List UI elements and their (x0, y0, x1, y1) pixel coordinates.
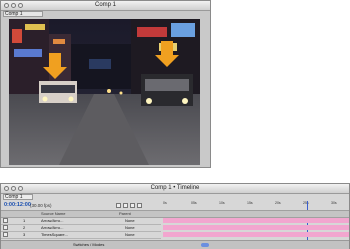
timeline-window: Comp 1 • Timeline Comp 1 0:00:12:00 (30.… (0, 183, 350, 249)
layer-index: 3 (23, 232, 26, 237)
eye-icon[interactable] (3, 225, 8, 230)
layer-duration-bar[interactable] (163, 225, 349, 230)
layer-parent[interactable]: None (125, 225, 135, 231)
comp-window: Comp 1 Comp 1 (0, 0, 211, 168)
comp-window-title: Comp 1 (94, 2, 116, 8)
layer-row[interactable]: 1 Arrow/Arro... None (1, 218, 161, 225)
switches-modes-toggle[interactable]: Switches / Modes (73, 242, 104, 248)
layer-row[interactable]: 3 TimesSquare... None (1, 232, 161, 239)
current-timecode[interactable]: 0:00:12:00 (4, 202, 31, 209)
timeline-bottom-bar: Switches / Modes (1, 240, 349, 249)
graph-icon[interactable] (137, 203, 142, 208)
ruler-tick: 05s (191, 201, 197, 205)
layer-name[interactable]: TimesSquare... (41, 232, 68, 238)
street-scene-image (9, 19, 200, 165)
ruler-tick: 10s (219, 201, 225, 205)
timeline-window-title: Comp 1 • Timeline (150, 185, 200, 191)
timeline-titlebar[interactable]: Comp 1 • Timeline (1, 184, 349, 194)
ruler-tick: 20s (275, 201, 281, 205)
layer-row[interactable]: 2 Arrow/Arro... None (1, 225, 161, 232)
search-icon[interactable] (116, 203, 121, 208)
ruler-tick: 30s (331, 201, 337, 205)
zoom-slider-handle[interactable] (201, 243, 209, 247)
timeline-tab-label: Comp 1 (5, 194, 23, 200)
motion-blur-icon[interactable] (130, 203, 135, 208)
layer-name[interactable]: Arrow/Arro... (41, 225, 63, 231)
parent-header[interactable]: Parent (119, 211, 131, 217)
timeline-toolbar (116, 202, 156, 208)
ruler-tick: 0s (163, 201, 167, 205)
layer-parent[interactable]: None (125, 232, 135, 238)
composition-viewer[interactable] (9, 19, 200, 165)
layer-duration-bar[interactable] (163, 232, 349, 237)
draft-3d-icon[interactable] (123, 203, 128, 208)
layer-name[interactable]: Arrow/Arro... (41, 218, 63, 224)
fps-label: (30.00 fps) (30, 203, 52, 208)
source-name-header[interactable]: Source Name (41, 211, 65, 217)
layer-duration-bar[interactable] (163, 218, 349, 223)
layer-header-row: Source Name Parent (1, 210, 349, 218)
layer-parent[interactable]: None (125, 218, 135, 224)
layer-index: 2 (23, 225, 26, 230)
comp-tab-label: Comp 1 (5, 11, 23, 17)
layer-index: 1 (23, 218, 26, 223)
eye-icon[interactable] (3, 232, 8, 237)
eye-icon[interactable] (3, 218, 8, 223)
comp-titlebar[interactable]: Comp 1 (1, 1, 210, 11)
time-ruler[interactable]: 0s 05s 10s 15s 20s 25s 30s (163, 201, 349, 241)
ruler-tick: 15s (247, 201, 253, 205)
